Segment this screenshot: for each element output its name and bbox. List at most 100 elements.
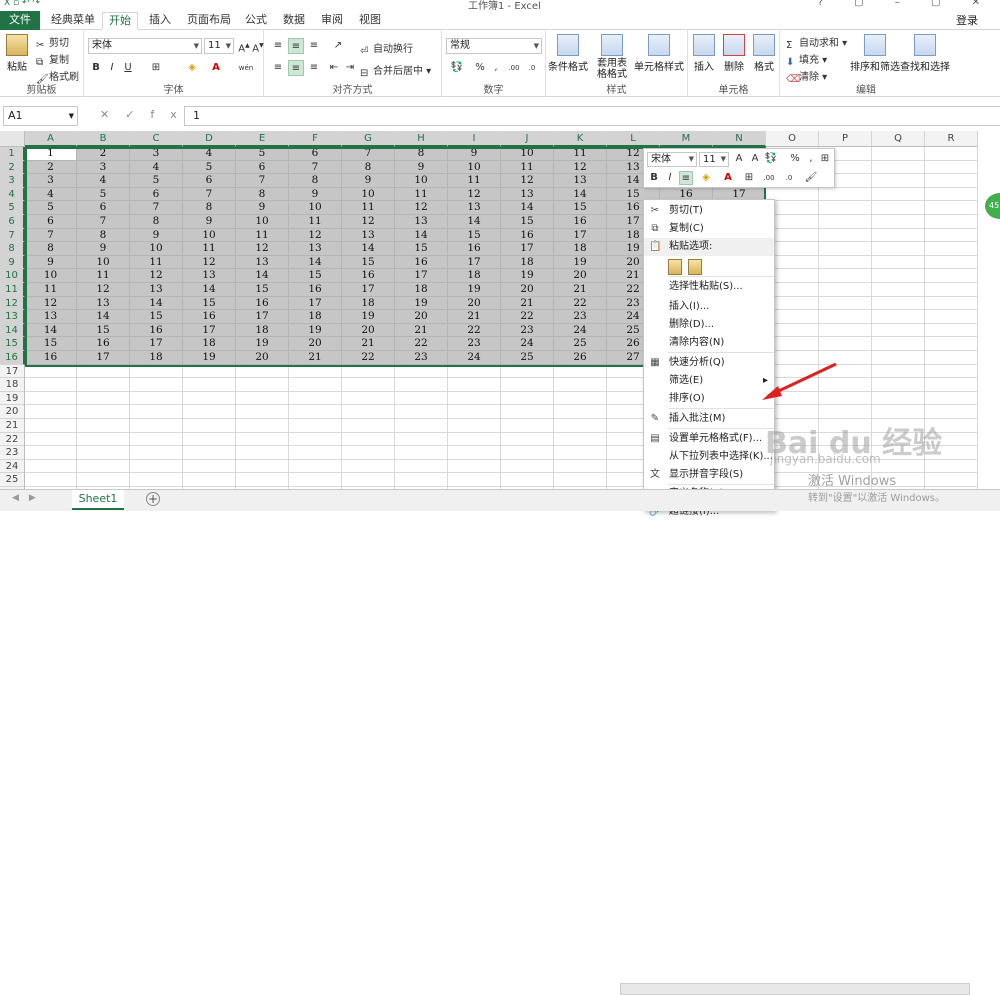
column-header[interactable]: Q [872, 131, 925, 147]
mini-font-combo[interactable]: 宋体 ▼ [647, 152, 697, 167]
column-header[interactable]: E [236, 131, 289, 147]
add-sheet-button[interactable]: + [146, 492, 160, 506]
cell[interactable]: 6 [25, 215, 77, 229]
cell[interactable] [342, 459, 395, 474]
cell[interactable] [819, 296, 872, 311]
cell[interactable]: 12 [395, 201, 448, 215]
cell[interactable]: 13 [448, 201, 501, 215]
cell[interactable] [819, 187, 872, 202]
cell[interactable]: 12 [554, 160, 607, 175]
cell[interactable] [872, 351, 925, 365]
select-all-corner[interactable] [0, 131, 25, 147]
cell[interactable]: 8 [236, 187, 289, 202]
row-header[interactable]: 1 [0, 147, 25, 161]
cell[interactable]: 1 [25, 147, 77, 161]
cell[interactable]: 8 [130, 215, 183, 229]
cell[interactable]: 12 [77, 283, 130, 297]
tab-formulas[interactable]: 公式 [240, 12, 272, 30]
row-header[interactable]: 23 [0, 446, 25, 460]
paste-button[interactable]: 粘贴 [4, 34, 30, 73]
cell[interactable] [925, 296, 978, 311]
context-menu-item[interactable]: 清除内容(N) [644, 334, 774, 352]
cell[interactable] [25, 378, 77, 392]
cell[interactable]: 20 [236, 351, 289, 365]
cell[interactable]: 19 [501, 269, 554, 283]
tab-data[interactable]: 数据 [278, 12, 310, 30]
cell[interactable] [501, 473, 554, 487]
cell[interactable] [130, 473, 183, 487]
row-header[interactable]: 8 [0, 242, 25, 256]
column-header[interactable]: B [77, 131, 130, 147]
cell[interactable]: 18 [448, 269, 501, 283]
cell[interactable] [448, 391, 501, 406]
cell[interactable]: 17 [236, 310, 289, 324]
window-controls[interactable]: ? ▢ – ▢ ✕ [818, 0, 994, 8]
cell[interactable] [872, 160, 925, 175]
cell[interactable] [289, 378, 342, 392]
row-header[interactable]: 15 [0, 337, 25, 351]
cell[interactable] [289, 405, 342, 419]
cell[interactable] [236, 446, 289, 460]
cell[interactable]: 19 [183, 351, 236, 365]
cell[interactable] [925, 228, 978, 243]
row-header[interactable]: 11 [0, 283, 25, 297]
cell[interactable] [925, 310, 978, 324]
cell[interactable] [342, 419, 395, 433]
cell[interactable]: 10 [501, 147, 554, 161]
name-box[interactable]: A1 ▼ [3, 106, 78, 126]
cell[interactable]: 15 [395, 242, 448, 256]
align-center-icon[interactable]: ≡ [288, 60, 304, 76]
cell[interactable] [872, 405, 925, 419]
cell[interactable]: 3 [25, 174, 77, 188]
cell[interactable]: 11 [77, 269, 130, 283]
cell[interactable]: 20 [448, 296, 501, 311]
align-left-icon[interactable]: ≡ [270, 60, 286, 76]
cell[interactable] [395, 391, 448, 406]
cell[interactable]: 15 [501, 215, 554, 229]
cell[interactable]: 14 [183, 283, 236, 297]
paste-values-icon[interactable] [688, 259, 702, 275]
copy-button[interactable]: ⧉ 复制 [36, 51, 69, 68]
cell[interactable]: 11 [395, 187, 448, 202]
cell[interactable]: 9 [342, 174, 395, 188]
cell[interactable] [819, 215, 872, 229]
cell[interactable]: 16 [342, 269, 395, 283]
cell[interactable] [872, 323, 925, 338]
row-header[interactable]: 14 [0, 323, 25, 338]
context-menu-item[interactable]: 插入(I)... [644, 298, 774, 316]
cell[interactable]: 14 [25, 323, 77, 338]
cell[interactable]: 5 [130, 174, 183, 188]
cell[interactable]: 8 [25, 242, 77, 256]
column-header[interactable]: K [554, 131, 607, 147]
fill-button[interactable]: ⬇ 填充 ▾ [786, 51, 827, 68]
cell[interactable]: 11 [25, 283, 77, 297]
cell[interactable] [925, 283, 978, 297]
cell-styles-button[interactable]: 单元格样式 [634, 34, 684, 73]
row-header[interactable]: 18 [0, 378, 25, 392]
find-select-button[interactable]: 查找和选择 [900, 34, 950, 73]
cell[interactable]: 21 [448, 310, 501, 324]
cell[interactable] [819, 283, 872, 297]
align-bottom-icon[interactable]: ≡ [306, 38, 322, 54]
cell[interactable]: 14 [77, 310, 130, 324]
mini-grow-font-icon[interactable]: A [732, 152, 746, 166]
align-middle-icon[interactable]: ≡ [288, 38, 304, 54]
cell[interactable]: 12 [289, 228, 342, 243]
cell[interactable] [236, 432, 289, 447]
cell[interactable] [872, 269, 925, 283]
cell[interactable]: 17 [501, 242, 554, 256]
cell[interactable]: 4 [77, 174, 130, 188]
mini-fill-color-icon[interactable]: ◈ [699, 171, 713, 185]
cell[interactable] [872, 242, 925, 256]
cell[interactable] [872, 187, 925, 202]
mini-size-combo[interactable]: 11 ▼ [699, 152, 729, 167]
cell[interactable]: 6 [236, 160, 289, 175]
cell[interactable] [925, 269, 978, 283]
cell[interactable] [872, 228, 925, 243]
cell[interactable] [501, 405, 554, 419]
cell[interactable] [872, 337, 925, 351]
cell[interactable] [183, 364, 236, 379]
column-header[interactable]: H [395, 131, 448, 147]
cell[interactable] [236, 459, 289, 474]
cell[interactable] [819, 228, 872, 243]
